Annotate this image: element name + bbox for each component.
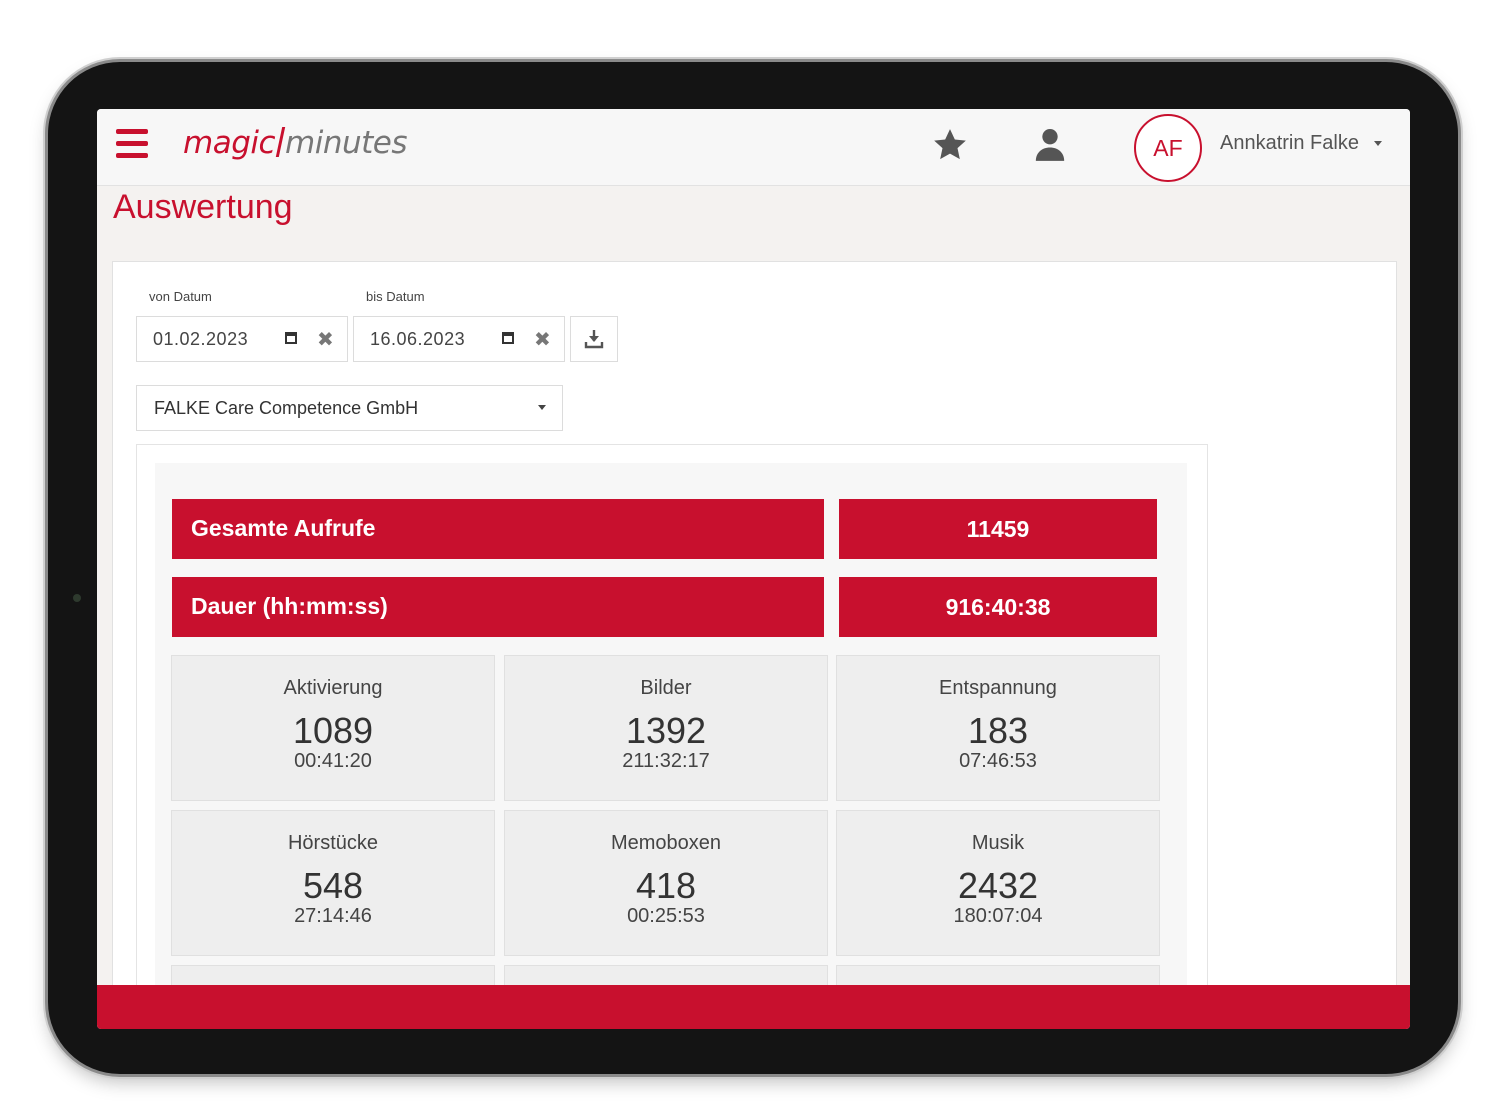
stats-container: Gesamte Aufrufe 11459 Dauer (hh:mm:ss) 9…	[155, 463, 1187, 1029]
category-tile: Aktivierung 1089 00:41:20	[171, 655, 495, 801]
category-duration: 00:25:53	[627, 905, 705, 927]
top-navbar: magic minutes AF Annkatrin Falke	[97, 109, 1410, 186]
download-icon	[584, 330, 604, 349]
category-count: 1089	[292, 710, 374, 751]
user-icon[interactable]	[1030, 125, 1070, 165]
category-name: Entspannung	[939, 677, 1057, 699]
category-name: Bilder	[640, 677, 692, 699]
logo-text-magic: magic	[183, 125, 276, 161]
calendar-icon[interactable]	[285, 332, 297, 344]
category-duration: 211:32:17	[622, 750, 710, 772]
calendar-icon[interactable]	[502, 332, 514, 344]
chevron-down-icon	[538, 405, 546, 410]
category-count: 183	[967, 710, 1029, 751]
from-date-value: 01.02.2023	[153, 329, 249, 349]
duration-label-box: Dauer (hh:mm:ss)	[172, 577, 824, 637]
chevron-down-icon[interactable]	[1374, 141, 1382, 146]
category-duration: 180:07:04	[953, 905, 1043, 927]
duration-value: 916:40:38	[839, 577, 1157, 637]
from-date-field[interactable]: 01.02.2023 ✖	[136, 316, 348, 362]
organization-select[interactable]: FALKE Care Competence GmbH	[136, 385, 563, 431]
organization-value: FALKE Care Competence GmbH	[154, 398, 419, 418]
category-name: Aktivierung	[283, 677, 383, 699]
from-date-label: von Datum	[149, 289, 212, 304]
category-tile: Musik 2432 180:07:04	[836, 810, 1160, 956]
clear-icon[interactable]: ✖	[317, 327, 334, 352]
camera-dot	[73, 594, 81, 602]
to-date-label: bis Datum	[366, 289, 425, 304]
avatar[interactable]: AF	[1134, 114, 1202, 182]
category-count: 1392	[625, 710, 707, 751]
category-name: Hörstücke	[287, 832, 379, 854]
category-tile: Bilder 1392 211:32:17	[504, 655, 828, 801]
clear-icon[interactable]: ✖	[534, 327, 551, 352]
logo-separator	[275, 127, 286, 157]
category-tile: Entspannung 183 07:46:53	[836, 655, 1160, 801]
app-logo[interactable]: magic minutes	[183, 123, 408, 167]
stats-panel: Gesamte Aufrufe 11459 Dauer (hh:mm:ss) 9…	[136, 444, 1208, 1029]
total-calls-label: Gesamte Aufrufe	[191, 515, 376, 541]
category-name: Musik	[971, 832, 1025, 854]
evaluation-card: von Datum bis Datum 01.02.2023 ✖ 16.06.2…	[112, 261, 1397, 1029]
star-icon[interactable]	[930, 125, 970, 165]
total-calls-label-box: Gesamte Aufrufe	[172, 499, 824, 559]
bottom-bar	[97, 985, 1410, 1029]
category-count: 418	[635, 865, 697, 906]
category-tile: Hörstücke 548 27:14:46	[171, 810, 495, 956]
category-count: 548	[302, 865, 364, 906]
category-duration: 27:14:46	[294, 905, 372, 927]
to-date-value: 16.06.2023	[370, 329, 466, 349]
page-title: Auswertung	[113, 188, 293, 226]
to-date-field[interactable]: 16.06.2023 ✖	[353, 316, 565, 362]
menu-icon[interactable]	[116, 129, 148, 159]
category-duration: 07:46:53	[959, 750, 1037, 772]
category-count: 2432	[957, 865, 1039, 906]
category-duration: 00:41:20	[294, 750, 372, 772]
total-calls-value: 11459	[839, 499, 1157, 559]
logo-text-minutes: minutes	[285, 125, 408, 161]
category-name: Memoboxen	[610, 832, 722, 854]
category-tile: Memoboxen 418 00:25:53	[504, 810, 828, 956]
download-button[interactable]	[570, 316, 618, 362]
duration-label: Dauer (hh:mm:ss)	[191, 593, 388, 619]
user-name[interactable]: Annkatrin Falke	[1220, 132, 1359, 155]
app-screen: magic minutes AF Annkatrin Falke Auswert…	[97, 109, 1410, 1029]
